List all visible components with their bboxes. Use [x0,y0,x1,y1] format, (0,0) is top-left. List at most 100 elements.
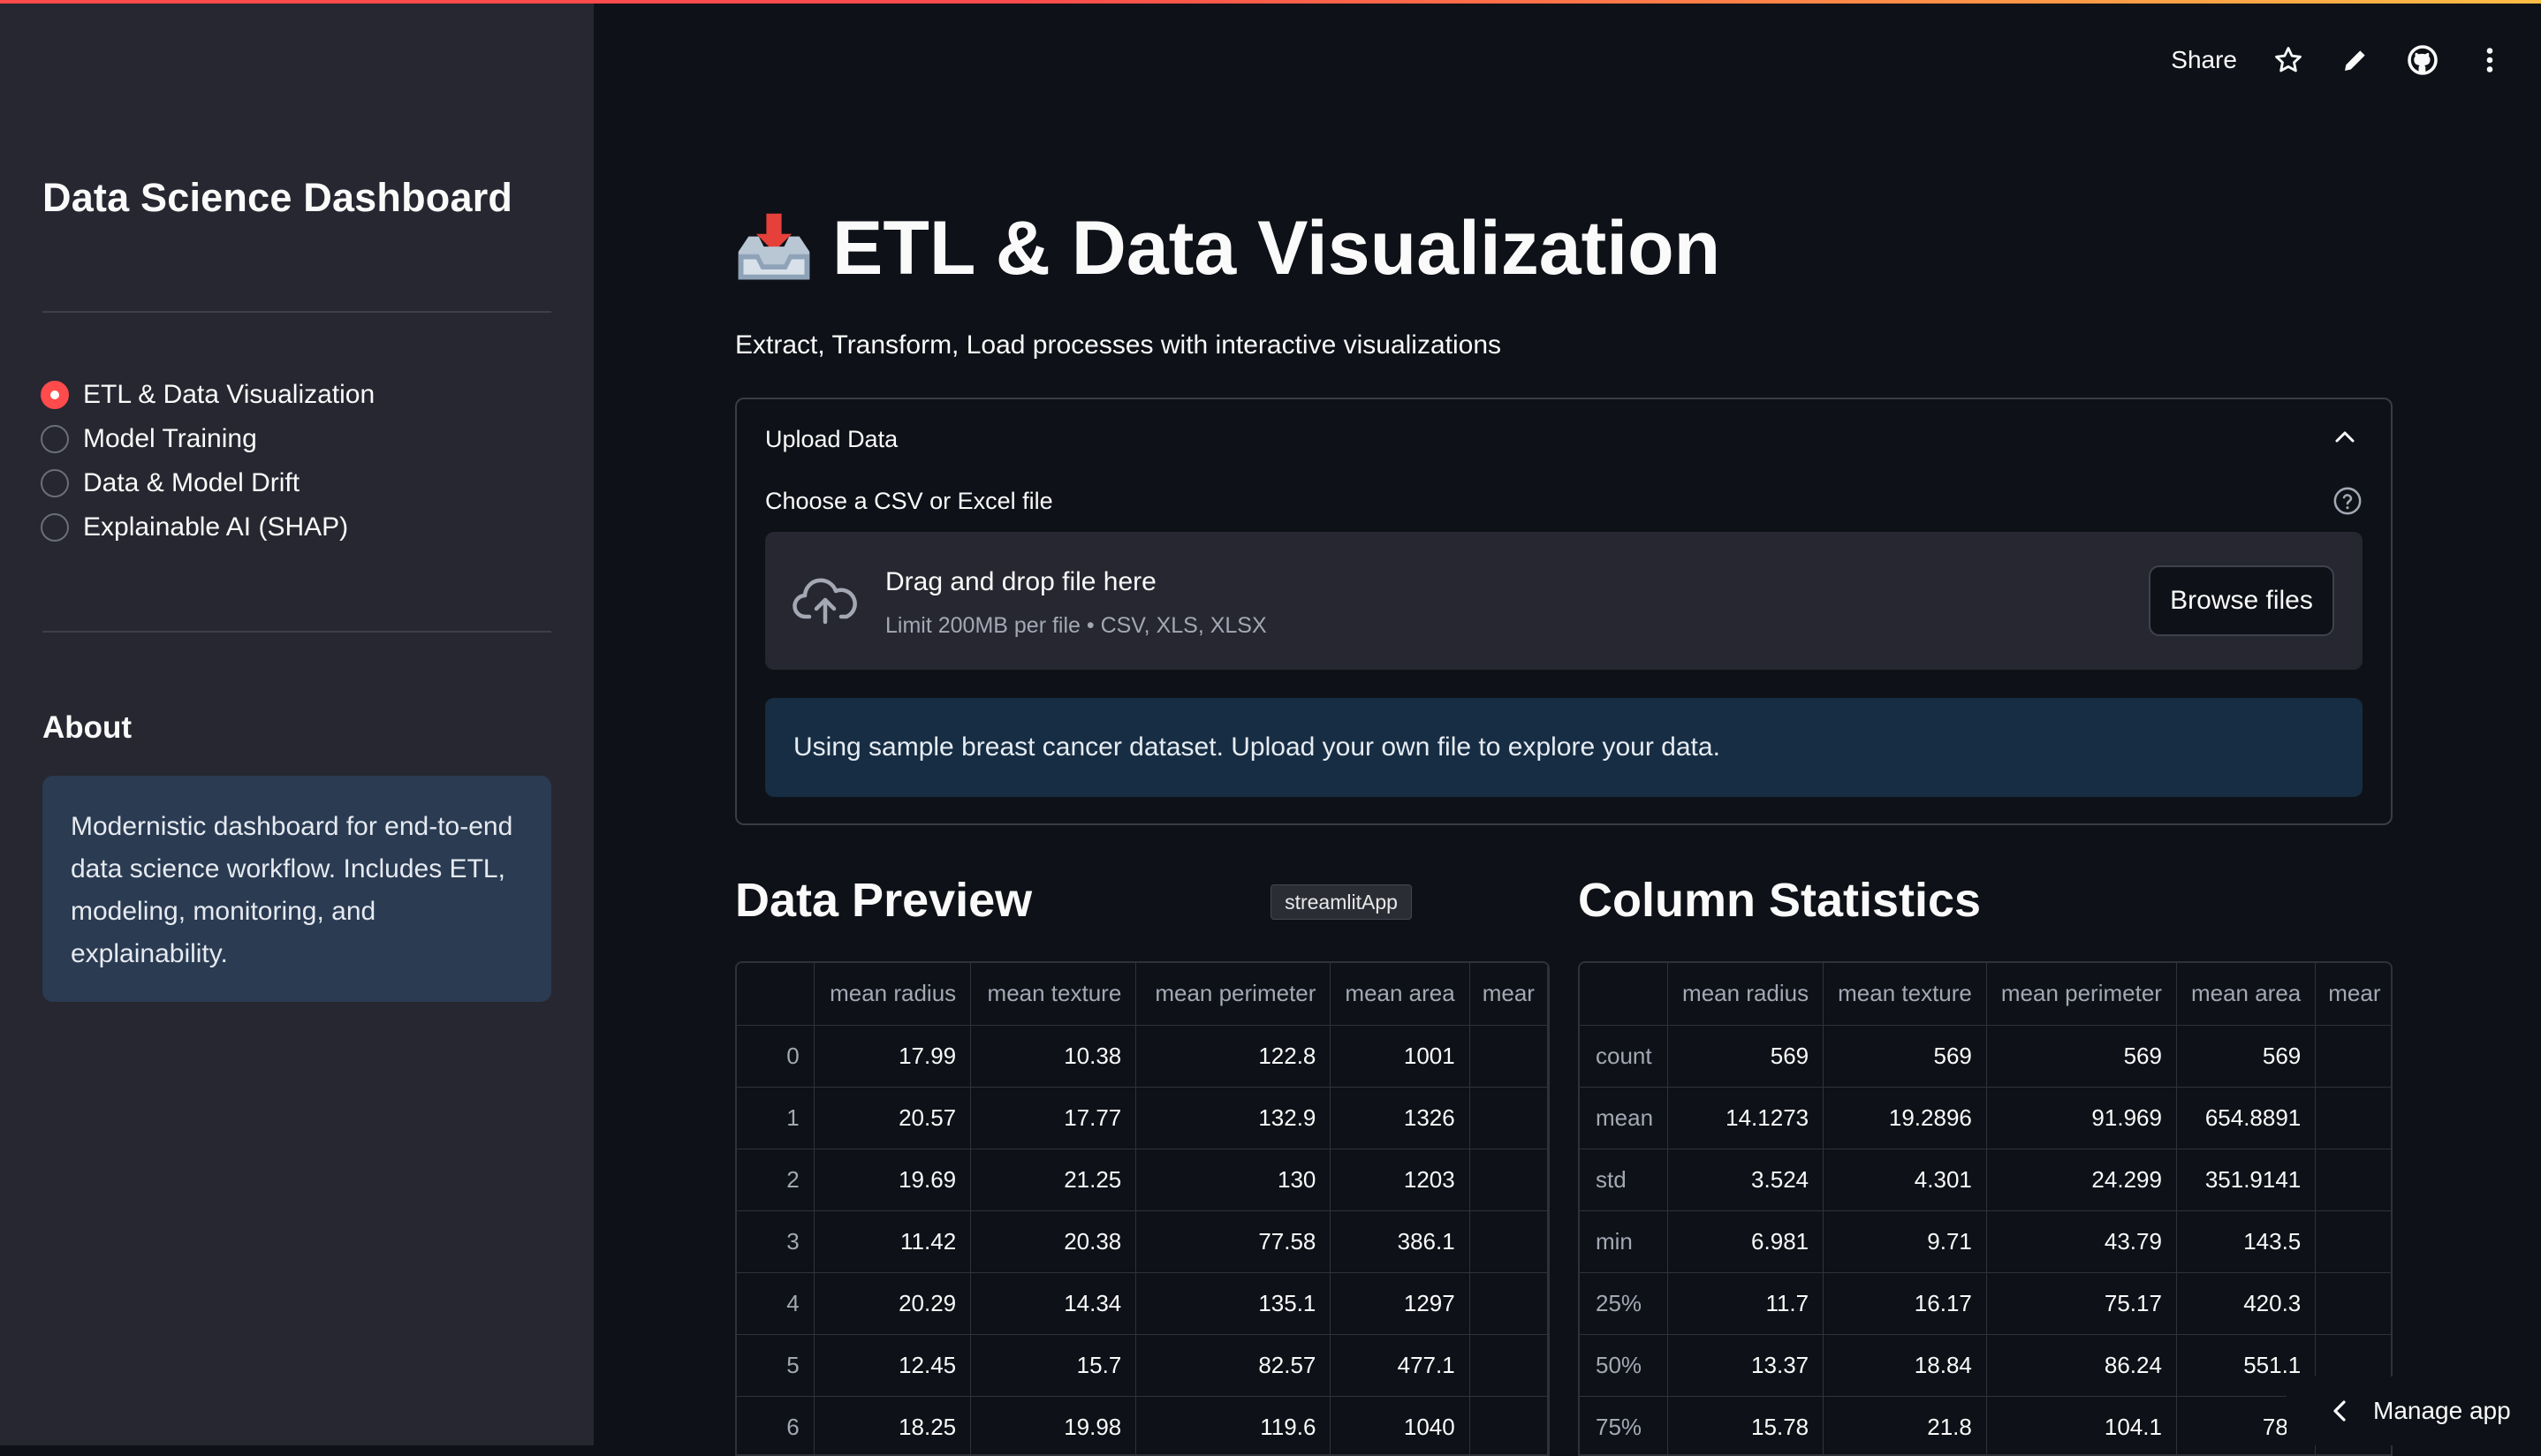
table-cell[interactable]: 17.77 [971,1087,1136,1149]
star-icon[interactable] [2272,44,2304,76]
table-cell[interactable]: 9.71 [1824,1210,1987,1272]
table-cell[interactable] [1469,1149,1547,1210]
table-cell[interactable]: 14.1273 [1668,1087,1824,1149]
nav-option-shap[interactable]: Explainable AI (SHAP) [41,505,375,550]
column-header[interactable]: mean area [1331,963,1469,1025]
table-cell[interactable]: 20.29 [814,1272,970,1334]
row-index: 4 [737,1272,814,1334]
nav-option-etl[interactable]: ETL & Data Visualization [41,373,375,417]
table-cell[interactable]: 122.8 [1136,1025,1331,1087]
table-cell[interactable]: 21.8 [1824,1396,1987,1456]
sidebar-title: Data Science Dashboard [42,175,512,221]
table-cell[interactable]: 6.981 [1668,1210,1824,1272]
table-cell[interactable]: 1326 [1331,1087,1469,1149]
table-cell[interactable]: 18.84 [1824,1334,1987,1396]
column-header[interactable]: mean perimeter [1986,963,2176,1025]
share-button[interactable]: Share [2171,46,2237,74]
help-circle-icon[interactable] [2332,486,2363,520]
column-header[interactable]: mear [1469,963,1547,1025]
manage-app-button[interactable]: Manage app [2287,1376,2541,1445]
table-cell[interactable] [2316,1210,2393,1272]
index-header[interactable] [1580,963,1668,1025]
table-cell[interactable] [1469,1025,1547,1087]
uploader-label: Choose a CSV or Excel file [765,488,1053,515]
column-statistics-table[interactable]: mean radius mean texture mean perimeter … [1578,961,2393,1456]
column-header[interactable]: mean perimeter [1136,963,1331,1025]
table-cell[interactable]: 132.9 [1136,1087,1331,1149]
nav-option-model-training[interactable]: Model Training [41,417,375,461]
table-cell[interactable]: 351.9141 [2176,1149,2315,1210]
table-cell[interactable]: 21.25 [971,1149,1136,1210]
table-cell[interactable]: 569 [1668,1025,1824,1087]
table-cell[interactable]: 19.98 [971,1396,1136,1456]
more-vertical-icon[interactable] [2474,44,2506,76]
table-cell[interactable]: 420.3 [2176,1272,2315,1334]
table-cell[interactable]: 3.524 [1668,1149,1824,1210]
table-cell[interactable]: 386.1 [1331,1210,1469,1272]
table-cell[interactable]: 4.301 [1824,1149,1987,1210]
table-cell[interactable]: 1297 [1331,1272,1469,1334]
column-header[interactable]: mean texture [1824,963,1987,1025]
column-header[interactable]: mean area [2176,963,2315,1025]
table-cell[interactable]: 11.7 [1668,1272,1824,1334]
table-cell[interactable] [1469,1334,1547,1396]
file-dropzone[interactable]: Drag and drop file here Limit 200MB per … [765,532,2363,670]
table-cell[interactable] [1469,1210,1547,1272]
table-cell[interactable]: 13.37 [1668,1334,1824,1396]
table-cell[interactable]: 19.69 [814,1149,970,1210]
column-header[interactable]: mean radius [1668,963,1824,1025]
table-cell[interactable]: 75.17 [1986,1272,2176,1334]
column-header[interactable]: mean texture [971,963,1136,1025]
table-cell[interactable]: 43.79 [1986,1210,2176,1272]
table-cell[interactable]: 82.57 [1136,1334,1331,1396]
page-subtitle: Extract, Transform, Load processes with … [735,330,1501,360]
column-header[interactable]: mean radius [814,963,970,1025]
table-cell[interactable]: 477.1 [1331,1334,1469,1396]
table-cell[interactable]: 14.34 [971,1272,1136,1334]
table-cell[interactable]: 12.45 [814,1334,970,1396]
table-cell[interactable]: 20.57 [814,1087,970,1149]
column-header[interactable]: mear [2316,963,2393,1025]
table-cell[interactable]: 19.2896 [1824,1087,1987,1149]
table-cell[interactable] [1469,1272,1547,1334]
table-row: std 3.524 4.301 24.299 351.9141 [1580,1149,2393,1210]
github-icon[interactable] [2407,44,2439,76]
index-header[interactable] [737,963,814,1025]
edit-pencil-icon[interactable] [2340,44,2371,76]
table-cell[interactable]: 20.38 [971,1210,1136,1272]
table-cell[interactable]: 15.78 [1668,1396,1824,1456]
table-cell[interactable]: 24.299 [1986,1149,2176,1210]
table-cell[interactable]: 569 [2176,1025,2315,1087]
table-cell[interactable]: 119.6 [1136,1396,1331,1456]
table-cell[interactable]: 86.24 [1986,1334,2176,1396]
table-cell[interactable]: 569 [1986,1025,2176,1087]
table-cell[interactable]: 77.58 [1136,1210,1331,1272]
chevron-up-icon[interactable] [2334,429,2355,448]
table-cell[interactable] [2316,1025,2393,1087]
table-cell[interactable]: 10.38 [971,1025,1136,1087]
browse-files-button[interactable]: Browse files [2149,565,2334,636]
table-cell[interactable]: 16.17 [1824,1272,1987,1334]
table-cell[interactable] [2316,1149,2393,1210]
table-cell[interactable]: 1203 [1331,1149,1469,1210]
table-cell[interactable] [1469,1396,1547,1456]
table-cell[interactable]: 1040 [1331,1396,1469,1456]
nav-option-drift[interactable]: Data & Model Drift [41,461,375,505]
table-cell[interactable]: 15.7 [971,1334,1136,1396]
table-cell[interactable]: 104.1 [1986,1396,2176,1456]
expander-header[interactable]: Upload Data [765,426,898,453]
table-cell[interactable]: 91.969 [1986,1087,2176,1149]
table-cell[interactable] [1469,1087,1547,1149]
table-cell[interactable]: 17.99 [814,1025,970,1087]
table-cell[interactable] [2316,1087,2393,1149]
table-cell[interactable]: 135.1 [1136,1272,1331,1334]
table-cell[interactable]: 18.25 [814,1396,970,1456]
table-cell[interactable]: 130 [1136,1149,1331,1210]
table-cell[interactable]: 11.42 [814,1210,970,1272]
table-cell[interactable]: 143.5 [2176,1210,2315,1272]
data-preview-table[interactable]: mean radius mean texture mean perimeter … [735,961,1550,1456]
table-cell[interactable]: 1001 [1331,1025,1469,1087]
table-cell[interactable]: 654.8891 [2176,1087,2315,1149]
table-cell[interactable]: 569 [1824,1025,1987,1087]
table-cell[interactable] [2316,1272,2393,1334]
